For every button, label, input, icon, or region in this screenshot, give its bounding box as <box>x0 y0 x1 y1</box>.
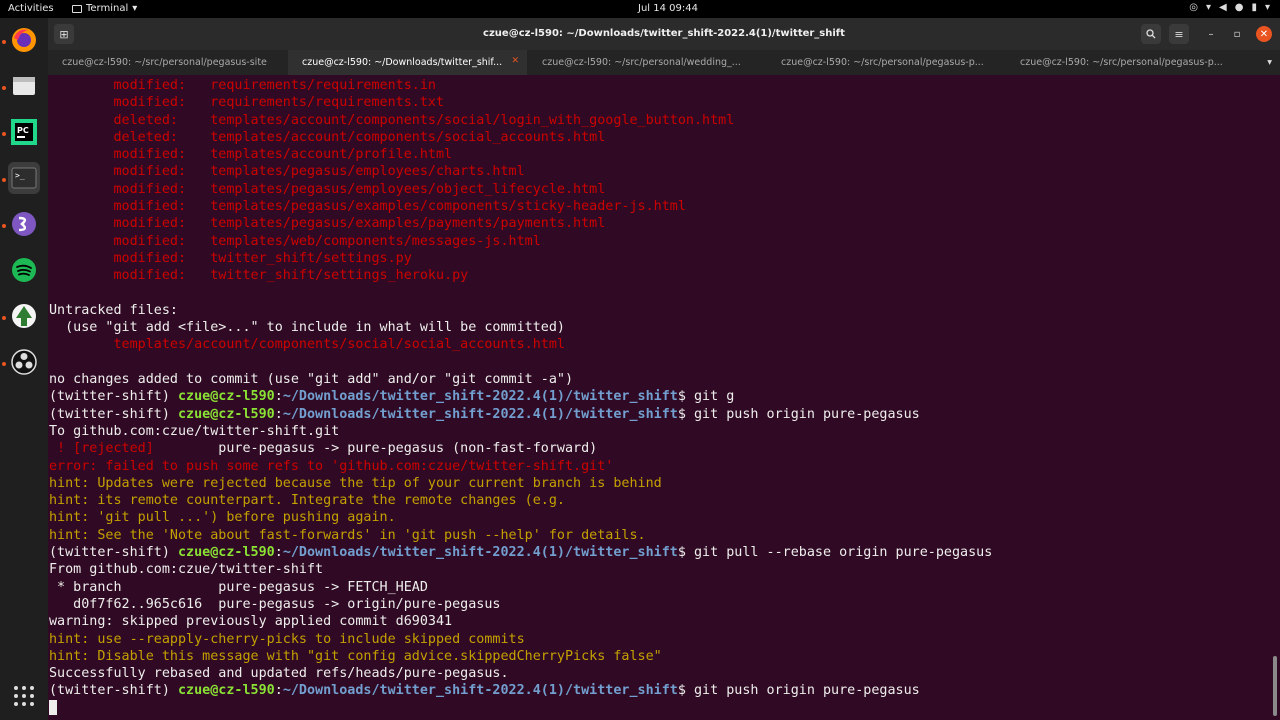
top-bar: Activities Terminal ▾ Jul 14 09:44 ◎ ▾ ◀… <box>0 0 1280 18</box>
hint-line: hint: 'git pull ...') before pushing aga… <box>49 510 396 526</box>
close-button[interactable]: ✕ <box>1256 26 1272 42</box>
output-line: To github.com:czue/twitter-shift.git <box>49 423 340 439</box>
output-line: Successfully rebased and updated refs/he… <box>49 666 509 682</box>
tab-bar: czue@cz-l590: ~/src/personal/pegasus-sit… <box>48 50 1280 75</box>
hint-line: hint: use --reapply-cherry-picks to incl… <box>49 631 525 647</box>
volume-icon: ◀ <box>1219 2 1227 13</box>
tab-list-icon[interactable]: ▾ <box>1267 57 1272 68</box>
output-line: modified: templates/account/profile.html <box>49 147 453 163</box>
wifi-icon: ▾ <box>1205 2 1212 13</box>
prompt-line: (twitter-shift) czue@cz-l590:~/Downloads… <box>49 406 920 422</box>
firefox-icon[interactable] <box>8 24 40 56</box>
tab-pegasus-p-1[interactable]: czue@cz-l590: ~/src/personal/pegasus-p..… <box>767 50 1006 75</box>
show-applications-icon[interactable] <box>8 680 40 712</box>
app-menu-label: Terminal <box>86 3 129 14</box>
hint-line: hint: Updates were rejected because the … <box>49 475 662 491</box>
running-indicator <box>2 178 6 182</box>
output-line: (use "git add <file>..." to include in w… <box>49 320 565 336</box>
restore-icon: ▫ <box>1233 28 1241 40</box>
chevron-down-icon: ▾ <box>1264 2 1270 13</box>
terminal-output[interactable]: modified: requirements/requirements.in m… <box>48 76 1280 720</box>
output-line: modified: templates/pegasus/examples/pay… <box>49 216 606 232</box>
spotify-icon[interactable] <box>8 254 40 286</box>
output-line: * branch pure-pegasus -> FETCH_HEAD <box>49 579 428 595</box>
tab-label: czue@cz-l590: ~/src/personal/pegasus-p..… <box>1020 57 1223 68</box>
prompt-line: (twitter-shift) czue@cz-l590:~/Downloads… <box>49 683 920 699</box>
cursor-line[interactable] <box>49 699 1280 717</box>
output-line: modified: templates/web/components/messa… <box>49 233 541 249</box>
tab-label: czue@cz-l590: ~/src/personal/pegasus-sit… <box>62 57 267 68</box>
tab-label: czue@cz-l590: ~/src/personal/wedding_... <box>542 57 741 68</box>
hamburger-icon: ≡ <box>1174 27 1184 41</box>
output-line: modified: twitter_shift/settings.py <box>49 250 412 266</box>
output-line: deleted: templates/account/components/so… <box>49 129 606 145</box>
tab-pegasus-site[interactable]: czue@cz-l590: ~/src/personal/pegasus-sit… <box>48 50 287 75</box>
minimize-button[interactable]: – <box>1203 26 1219 42</box>
svg-text:>_: >_ <box>15 171 25 180</box>
hint-line: hint: Disable this message with "git con… <box>49 648 662 664</box>
output-line: modified: templates/pegasus/examples/com… <box>49 199 686 215</box>
obs-icon[interactable] <box>8 346 40 378</box>
dock: PC >_ <box>0 18 48 720</box>
prompt-line: (twitter-shift) czue@cz-l590:~/Downloads… <box>49 389 735 405</box>
output-line: ! [rejected] pure-pegasus -> pure-pegasu… <box>49 441 598 457</box>
system-tray[interactable]: ◎ ▾ ◀ ● ▮ ▾ <box>1189 2 1270 13</box>
tab-label: czue@cz-l590: ~/Downloads/twitter_shif..… <box>302 57 503 68</box>
svg-text:PC: PC <box>17 126 29 135</box>
output-line: modified: requirements/requirements.txt <box>49 95 445 111</box>
running-indicator <box>2 362 6 366</box>
close-tab-icon[interactable]: ✕ <box>511 56 519 66</box>
terminal-icon[interactable]: >_ <box>8 162 40 194</box>
tab-twitter-shift[interactable]: czue@cz-l590: ~/Downloads/twitter_shif..… <box>288 50 527 75</box>
output-line: templates/account/components/social/soci… <box>49 337 565 353</box>
text-cursor <box>49 699 57 715</box>
running-indicator <box>2 316 6 320</box>
tab-label: czue@cz-l590: ~/src/personal/pegasus-p..… <box>781 57 984 68</box>
app-menu[interactable]: Terminal ▾ <box>72 3 137 14</box>
files-icon[interactable] <box>8 70 40 102</box>
prompt-line: (twitter-shift) czue@cz-l590:~/Downloads… <box>49 545 993 561</box>
pycharm-icon[interactable]: PC <box>8 116 40 148</box>
output-line: warning: skipped previously applied comm… <box>49 614 453 630</box>
menu-button[interactable]: ≡ <box>1169 24 1189 44</box>
running-indicator <box>2 86 6 90</box>
minimize-icon: – <box>1208 28 1214 40</box>
output-line: no changes added to commit (use "git add… <box>49 372 574 388</box>
window-title: czue@cz-l590: ~/Downloads/twitter_shift-… <box>483 28 845 39</box>
chevron-down-icon: ▾ <box>132 3 138 14</box>
battery-icon: ▮ <box>1251 2 1257 13</box>
error-line: error: failed to push some refs to 'gith… <box>49 458 614 474</box>
close-icon: ✕ <box>1259 28 1269 40</box>
emacs-icon[interactable] <box>8 208 40 240</box>
output-line: modified: templates/pegasus/employees/ch… <box>49 164 525 180</box>
running-indicator <box>2 224 6 228</box>
inkscape-icon[interactable] <box>8 300 40 332</box>
hint-line: hint: See the 'Note about fast-forwards'… <box>49 527 646 543</box>
output-line: deleted: templates/account/components/so… <box>49 112 735 128</box>
running-indicator <box>2 132 6 136</box>
running-indicator <box>2 40 6 44</box>
search-button[interactable] <box>1141 24 1161 44</box>
output-line: From github.com:czue/twitter-shift <box>49 562 324 578</box>
recording-icon[interactable]: ◎ <box>1189 2 1198 13</box>
clock[interactable]: Jul 14 09:44 <box>638 3 698 14</box>
tab-pegasus-p-2[interactable]: czue@cz-l590: ~/src/personal/pegasus-p..… <box>1006 50 1251 75</box>
activities-button[interactable]: Activities <box>8 3 54 14</box>
output-line: Untracked files: <box>49 302 178 318</box>
scrollbar[interactable] <box>1273 656 1277 716</box>
output-line: modified: twitter_shift/settings_heroku.… <box>49 268 469 284</box>
output-line: modified: templates/pegasus/employees/ob… <box>49 181 606 197</box>
hint-line: hint: its remote counterpart. Integrate … <box>49 493 565 509</box>
terminal-icon <box>72 4 82 13</box>
output-line: d0f7f62..965c616 pure-pegasus -> origin/… <box>49 596 501 612</box>
window-header: ⊞ czue@cz-l590: ~/Downloads/twitter_shif… <box>48 18 1280 50</box>
search-icon <box>1146 29 1156 39</box>
maximize-button[interactable]: ▫ <box>1229 26 1245 42</box>
microphone-icon: ● <box>1234 2 1244 13</box>
output-line: modified: requirements/requirements.in <box>49 78 436 93</box>
tab-wedding[interactable]: czue@cz-l590: ~/src/personal/wedding_... <box>528 50 767 75</box>
